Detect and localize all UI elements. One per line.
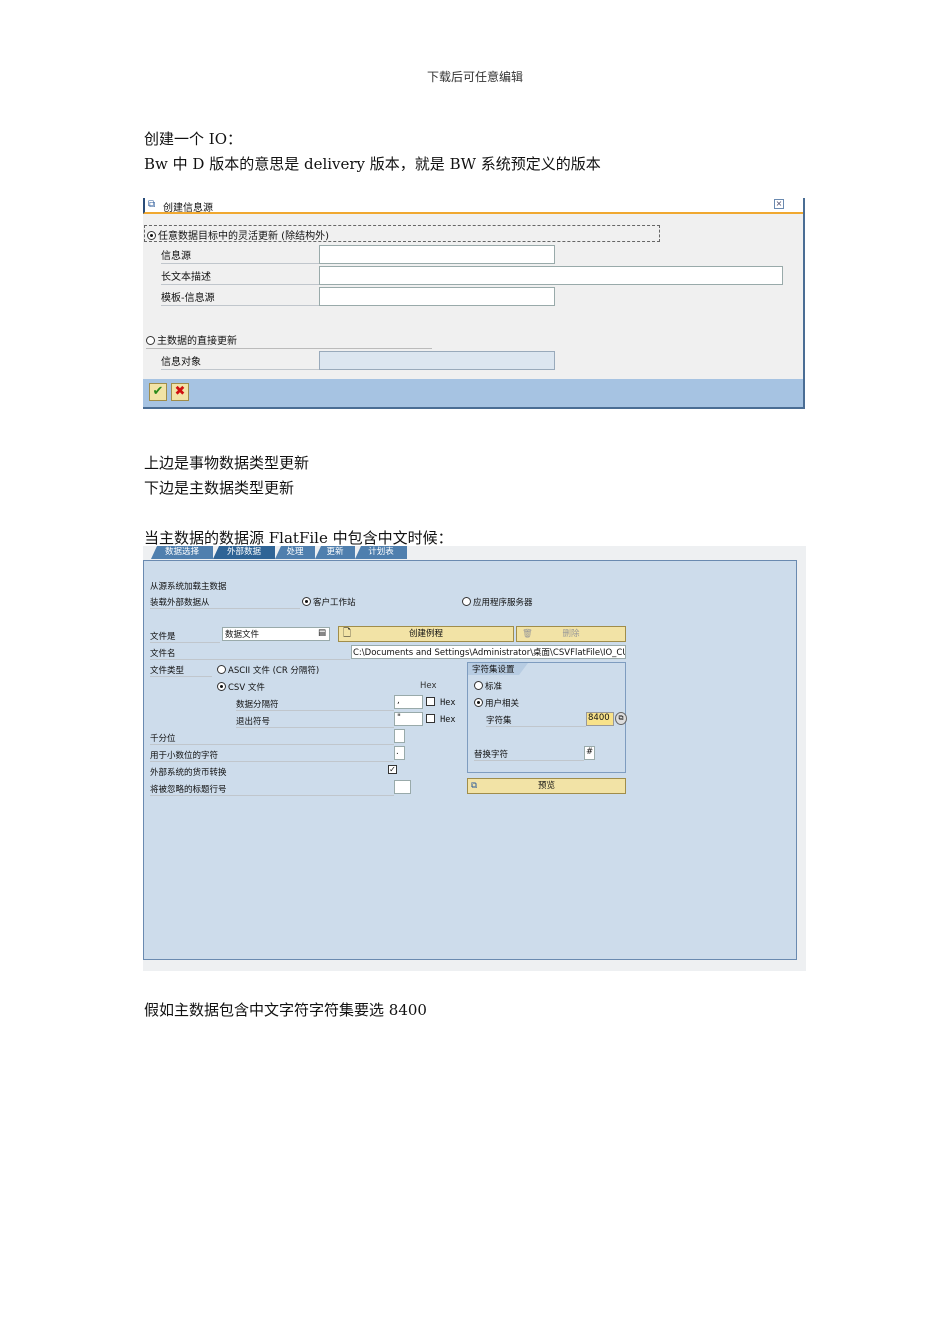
- appserver-radio[interactable]: 应用程序服务器: [462, 596, 533, 608]
- client-radio[interactable]: 客户工作站: [302, 596, 356, 608]
- user-radio[interactable]: 用户相关: [474, 697, 519, 709]
- radio-icon: [474, 681, 483, 690]
- radio-label: 用户相关: [485, 699, 520, 709]
- tab-data-selection[interactable]: 数据选择: [151, 546, 213, 559]
- radio-label: 应用程序服务器: [473, 598, 533, 608]
- filename-label: 文件名: [150, 647, 350, 660]
- charset-label: 字符集: [486, 714, 586, 727]
- escape-hex-checkbox[interactable]: Hex: [426, 714, 455, 725]
- create-icon: ⧉: [148, 199, 156, 210]
- thousands-label: 千分位: [150, 732, 394, 745]
- checkbox-label: Hex: [440, 715, 456, 725]
- option-direct-update[interactable]: 主数据的直接更新: [146, 332, 432, 349]
- csv-radio[interactable]: CSV 文件: [217, 681, 265, 693]
- decimal-input[interactable]: .: [394, 746, 405, 760]
- create-infosource-dialog: ⧉ 创建信息源 × 任意数据目标中的灵活更新 (除结构外) 信息源 长文本描述 …: [143, 198, 805, 409]
- dropdown-icon: ▤: [317, 628, 326, 638]
- paragraph: 当主数据的数据源 FlatFile 中包含中文时候：: [144, 529, 453, 547]
- radio-label: 标准: [485, 682, 503, 692]
- delete-button[interactable]: 🗑 删除: [516, 626, 626, 642]
- tab-strip: 数据选择 外部数据 处理 更新 计划表: [143, 546, 806, 560]
- radio-label: 客户工作站: [313, 598, 356, 608]
- page-header: 下载后可任意编辑: [426, 70, 523, 84]
- preview-icon: ⧉: [471, 781, 478, 791]
- template-label: 模板-信息源: [161, 289, 319, 306]
- radio-icon: [147, 231, 156, 240]
- checkbox-icon: [426, 714, 435, 723]
- radio-label: CSV 文件: [228, 683, 265, 693]
- thousands-input[interactable]: [394, 729, 405, 743]
- template-input[interactable]: [319, 287, 555, 306]
- preview-button[interactable]: ⧉ 预览: [467, 778, 626, 794]
- radio-icon: [462, 597, 471, 606]
- radio-label: ASCII 文件 (CR 分隔符): [228, 666, 320, 676]
- checkbox-label: Hex: [440, 698, 456, 708]
- create-routine-button[interactable]: 🗋 创建例程: [338, 626, 514, 642]
- dialog-titlebar: ⧉ 创建信息源 ×: [143, 198, 803, 214]
- radio-icon: [146, 336, 155, 345]
- radio-icon: [302, 597, 311, 606]
- replace-input[interactable]: #: [584, 746, 595, 760]
- escape-label: 退出符号: [236, 715, 394, 728]
- header-rows-input[interactable]: [394, 780, 411, 794]
- close-icon[interactable]: ×: [774, 199, 784, 209]
- charset-group: 字符集设置 标准 用户相关 字符集 8400 ⧉ 替换字符 #: [467, 662, 627, 773]
- file-is-select[interactable]: 数据文件 ▤: [222, 627, 330, 641]
- paragraph: 创建一个 IO：: [144, 130, 242, 148]
- option-label: 任意数据目标中的灵活更新 (除结构外): [158, 231, 329, 242]
- load-from-label: 装载外部数据从: [150, 596, 300, 609]
- charset-input[interactable]: 8400: [586, 712, 614, 726]
- hex-header: Hex: [420, 681, 437, 691]
- button-label: 预览: [537, 781, 555, 791]
- value-help-icon[interactable]: ⧉: [615, 712, 627, 725]
- tab-panel: 从源系统加载主数据 装载外部数据从 客户工作站 应用程序服务器 文件是 数据文件…: [143, 560, 797, 960]
- dialog-footer: ✔ ✖: [143, 379, 803, 407]
- currency-label: 外部系统的货币转换: [150, 768, 227, 778]
- cancel-button[interactable]: ✖: [171, 383, 189, 401]
- button-label: 删除: [562, 629, 580, 639]
- longtext-input[interactable]: [319, 266, 783, 285]
- confirm-button[interactable]: ✔: [149, 383, 167, 401]
- separator-input[interactable]: ,: [394, 695, 423, 709]
- tab-processing[interactable]: 处理: [275, 546, 315, 559]
- currency-checkbox[interactable]: ✓: [388, 765, 397, 774]
- filename-input[interactable]: C:\Documents and Settings\Administrator\…: [351, 645, 626, 659]
- button-label: 创建例程: [408, 629, 443, 639]
- paragraph: 下边是主数据类型更新: [144, 479, 295, 497]
- paragraph: Bw 中 D 版本的意思是 delivery 版本，就是 BW 系统预定义的版本: [144, 155, 601, 173]
- replace-label: 替换字符: [474, 748, 584, 761]
- separator-label: 数据分隔符: [236, 698, 394, 711]
- radio-icon: [217, 665, 226, 674]
- tab-schedule[interactable]: 计划表: [355, 546, 407, 559]
- option-label: 主数据的直接更新: [157, 336, 237, 347]
- longtext-label: 长文本描述: [161, 268, 319, 285]
- select-value: 数据文件: [225, 630, 260, 640]
- tab-external-data[interactable]: 外部数据: [213, 546, 275, 559]
- tab-update[interactable]: 更新: [315, 546, 355, 559]
- escape-input[interactable]: ": [394, 712, 423, 726]
- external-data-screen: 数据选择 外部数据 处理 更新 计划表 从源系统加载主数据 装载外部数据从 客户…: [143, 546, 806, 971]
- radio-icon: [474, 698, 483, 707]
- dialog-title: 创建信息源: [163, 203, 213, 214]
- checkbox-icon: [426, 697, 435, 706]
- infosource-label: 信息源: [161, 247, 319, 264]
- infoobject-input[interactable]: [319, 351, 555, 370]
- paragraph: 假如主数据包含中文字符字符集要选 8400: [144, 1001, 427, 1019]
- option-flexible-update[interactable]: 任意数据目标中的灵活更新 (除结构外): [144, 225, 660, 242]
- section-title: 从源系统加载主数据: [150, 582, 227, 592]
- separator-hex-checkbox[interactable]: Hex: [426, 697, 455, 708]
- infosource-input[interactable]: [319, 245, 555, 264]
- decimal-label: 用于小数位的字符: [150, 749, 394, 762]
- radio-icon: [217, 682, 226, 691]
- standard-radio[interactable]: 标准: [474, 680, 502, 692]
- document-icon: 🗋: [343, 628, 352, 639]
- paragraph: 上边是事物数据类型更新: [144, 454, 310, 472]
- filetype-label: 文件类型: [150, 664, 212, 677]
- ascii-radio[interactable]: ASCII 文件 (CR 分隔符): [217, 664, 319, 676]
- infoobject-label: 信息对象: [161, 353, 319, 370]
- charset-group-title: 字符集设置: [468, 663, 528, 675]
- trash-icon: 🗑: [522, 629, 533, 639]
- file-is-label: 文件是: [150, 630, 220, 643]
- header-rows-label: 将被忽略的标题行号: [150, 783, 394, 796]
